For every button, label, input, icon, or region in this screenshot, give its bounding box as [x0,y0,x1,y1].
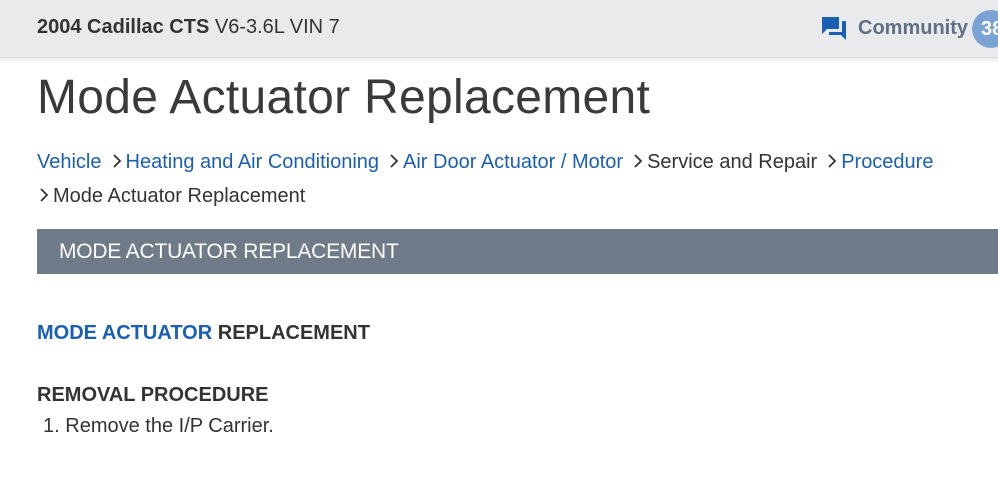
heading-rest: REPLACEMENT [212,322,370,344]
content-heading: MODE ACTUATOR REPLACEMENT [37,322,370,345]
breadcrumb-procedures[interactable]: Procedure [841,151,933,173]
community-label: Community [858,16,968,39]
page-title: Mode Actuator Replacement [37,71,651,124]
top-bar: 2004 Cadillac CTS V6-3.6L VIN 7 Communit… [0,0,998,58]
breadcrumb-current: Mode Actuator Replacement [53,185,306,207]
breadcrumb-service-and-repair: Service and Repair [647,151,818,173]
breadcrumb-row-2: Mode Actuator Replacement [37,179,998,213]
step-1-number: 1. [43,415,60,437]
chevron-right-icon [633,145,643,179]
community-button[interactable]: Community 38 [820,10,998,48]
vehicle-title: 2004 Cadillac CTS V6-3.6L VIN 7 [37,16,340,39]
chevron-right-icon [39,179,49,213]
step-list: 1. Remove the I/P Carrier. [43,415,274,438]
section-bar-title: MODE ACTUATOR REPLACEMENT [59,240,399,263]
breadcrumb-vehicle[interactable]: Vehicle [37,151,102,173]
vehicle-engine: V6-3.6L VIN 7 [214,16,340,38]
chevron-right-icon [827,145,837,179]
chevron-right-icon [112,145,122,179]
vehicle-model: 2004 Cadillac CTS [37,16,210,38]
chat-bubbles-icon [822,17,846,40]
section-bar: MODE ACTUATOR REPLACEMENT [37,229,998,274]
breadcrumb-heating-air-conditioning[interactable]: Heating and Air Conditioning [126,151,380,173]
community-count-badge: 38 [972,10,998,48]
heading-highlight: MODE ACTUATOR [37,322,213,344]
breadcrumb-air-door-actuator-motor[interactable]: Air Door Actuator / Motor [403,151,623,173]
removal-procedure-heading: REMOVAL PROCEDURE [37,384,269,406]
breadcrumb: Vehicle Heating and Air Conditioning Air D… [37,145,998,213]
step-1-text: Remove the I/P Carrier. [65,415,274,437]
breadcrumb-row-1: Vehicle Heating and Air Conditioning Air D… [37,145,998,179]
chevron-right-icon [389,145,399,179]
